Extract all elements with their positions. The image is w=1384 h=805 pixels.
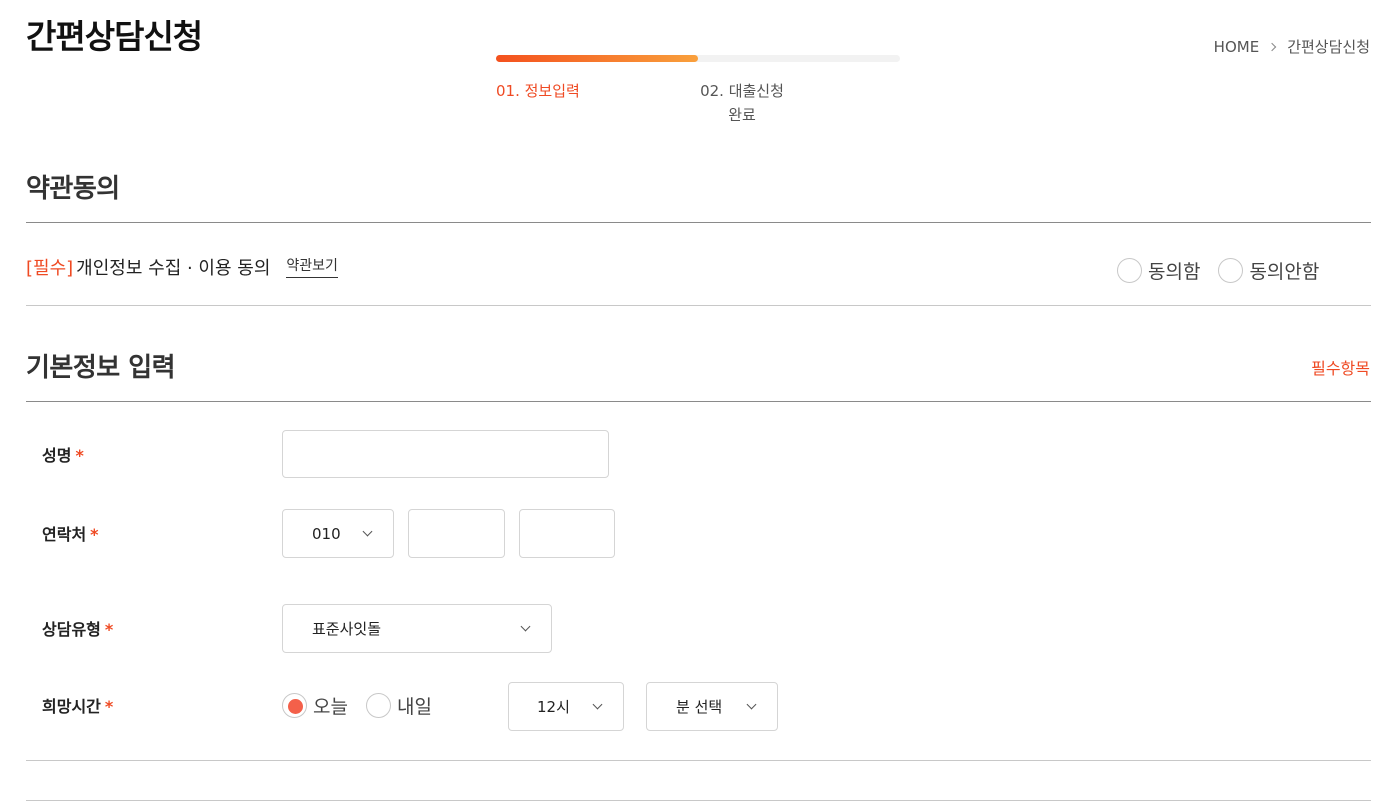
- tomorrow-label: 내일: [396, 696, 432, 718]
- page-title: 간편상담신청: [26, 17, 203, 56]
- chevron-down-icon: [746, 699, 757, 710]
- required-fields-note: 필수항목: [1311, 359, 1370, 378]
- terms-section-title: 약관동의: [26, 174, 120, 204]
- minute-select[interactable]: 분 선택: [646, 682, 778, 731]
- today-radio[interactable]: 오늘: [282, 692, 348, 719]
- radio-circle-icon[interactable]: [365, 693, 391, 718]
- divider: [26, 401, 1371, 402]
- phone-label-text: 연락처: [42, 525, 87, 544]
- divider: [26, 760, 1371, 761]
- name-label: 성명 *: [42, 442, 84, 466]
- radio-checked-icon[interactable]: [282, 693, 307, 718]
- disagree-label: 동의안함: [1249, 261, 1320, 283]
- phone-prefix-select[interactable]: 010: [282, 509, 394, 558]
- divider: [26, 800, 1371, 801]
- view-terms-link[interactable]: 약관보기: [286, 257, 338, 278]
- breadcrumb: HOME 간편상담신청: [1214, 36, 1370, 57]
- agree-radio[interactable]: 동의함: [1117, 257, 1200, 284]
- name-input[interactable]: [282, 430, 609, 478]
- hour-select[interactable]: 12시: [508, 682, 624, 731]
- phone-label: 연락처 *: [42, 521, 99, 545]
- progress-bar: [496, 55, 900, 62]
- divider: [26, 305, 1371, 306]
- divider: [26, 222, 1371, 223]
- terms-item: [필수] 개인정보 수집 · 이용 동의 약관보기: [26, 254, 338, 280]
- chevron-down-icon: [362, 526, 373, 537]
- name-label-text: 성명: [42, 446, 72, 465]
- chevron-down-icon: [520, 621, 531, 632]
- today-label: 오늘: [313, 696, 348, 718]
- chevron-down-icon: [592, 699, 603, 710]
- agree-label: 동의함: [1148, 261, 1201, 283]
- step-2-line2: 완료: [728, 106, 756, 124]
- preferred-time-label-text: 희망시간: [42, 697, 101, 716]
- consult-type-label-text: 상담유형: [42, 620, 101, 639]
- terms-item-label: 개인정보 수집 · 이용 동의: [76, 258, 271, 279]
- preferred-time-label: 희망시간 *: [42, 693, 113, 717]
- chevron-right-icon: [1267, 42, 1277, 51]
- phone-middle-input[interactable]: [408, 509, 505, 558]
- terms-consent-radio-group: 동의함 동의안함: [1117, 257, 1337, 284]
- required-star: *: [75, 446, 84, 465]
- minute-value: 분 선택: [676, 698, 723, 716]
- required-star: *: [104, 620, 114, 639]
- consult-type-value: 표준사잇돌: [312, 620, 382, 638]
- tomorrow-radio[interactable]: 내일: [365, 692, 432, 719]
- breadcrumb-current: 간편상담신청: [1287, 38, 1370, 56]
- phone-last-input[interactable]: [519, 509, 615, 558]
- phone-prefix-value: 010: [312, 524, 341, 543]
- hour-value: 12시: [537, 698, 570, 716]
- radio-circle-icon[interactable]: [1117, 258, 1142, 283]
- step-2-label: 02. 대출신청 완료: [698, 79, 786, 127]
- consult-type-select[interactable]: 표준사잇돌: [282, 604, 552, 653]
- required-tag: [필수]: [26, 258, 74, 279]
- basic-info-section-title: 기본정보 입력: [26, 353, 176, 383]
- radio-circle-icon[interactable]: [1218, 258, 1244, 283]
- step-1-label: 01. 정보입력: [496, 82, 580, 100]
- required-star: *: [90, 525, 99, 544]
- consult-type-label: 상담유형 *: [42, 616, 113, 640]
- breadcrumb-home[interactable]: HOME: [1214, 38, 1260, 56]
- progress-fill: [496, 55, 698, 62]
- disagree-radio[interactable]: 동의안함: [1218, 257, 1319, 284]
- step-2-line1: 02. 대출신청: [700, 82, 784, 100]
- preferred-day-radio-group: 오늘 내일: [282, 692, 450, 719]
- required-star: *: [104, 697, 114, 716]
